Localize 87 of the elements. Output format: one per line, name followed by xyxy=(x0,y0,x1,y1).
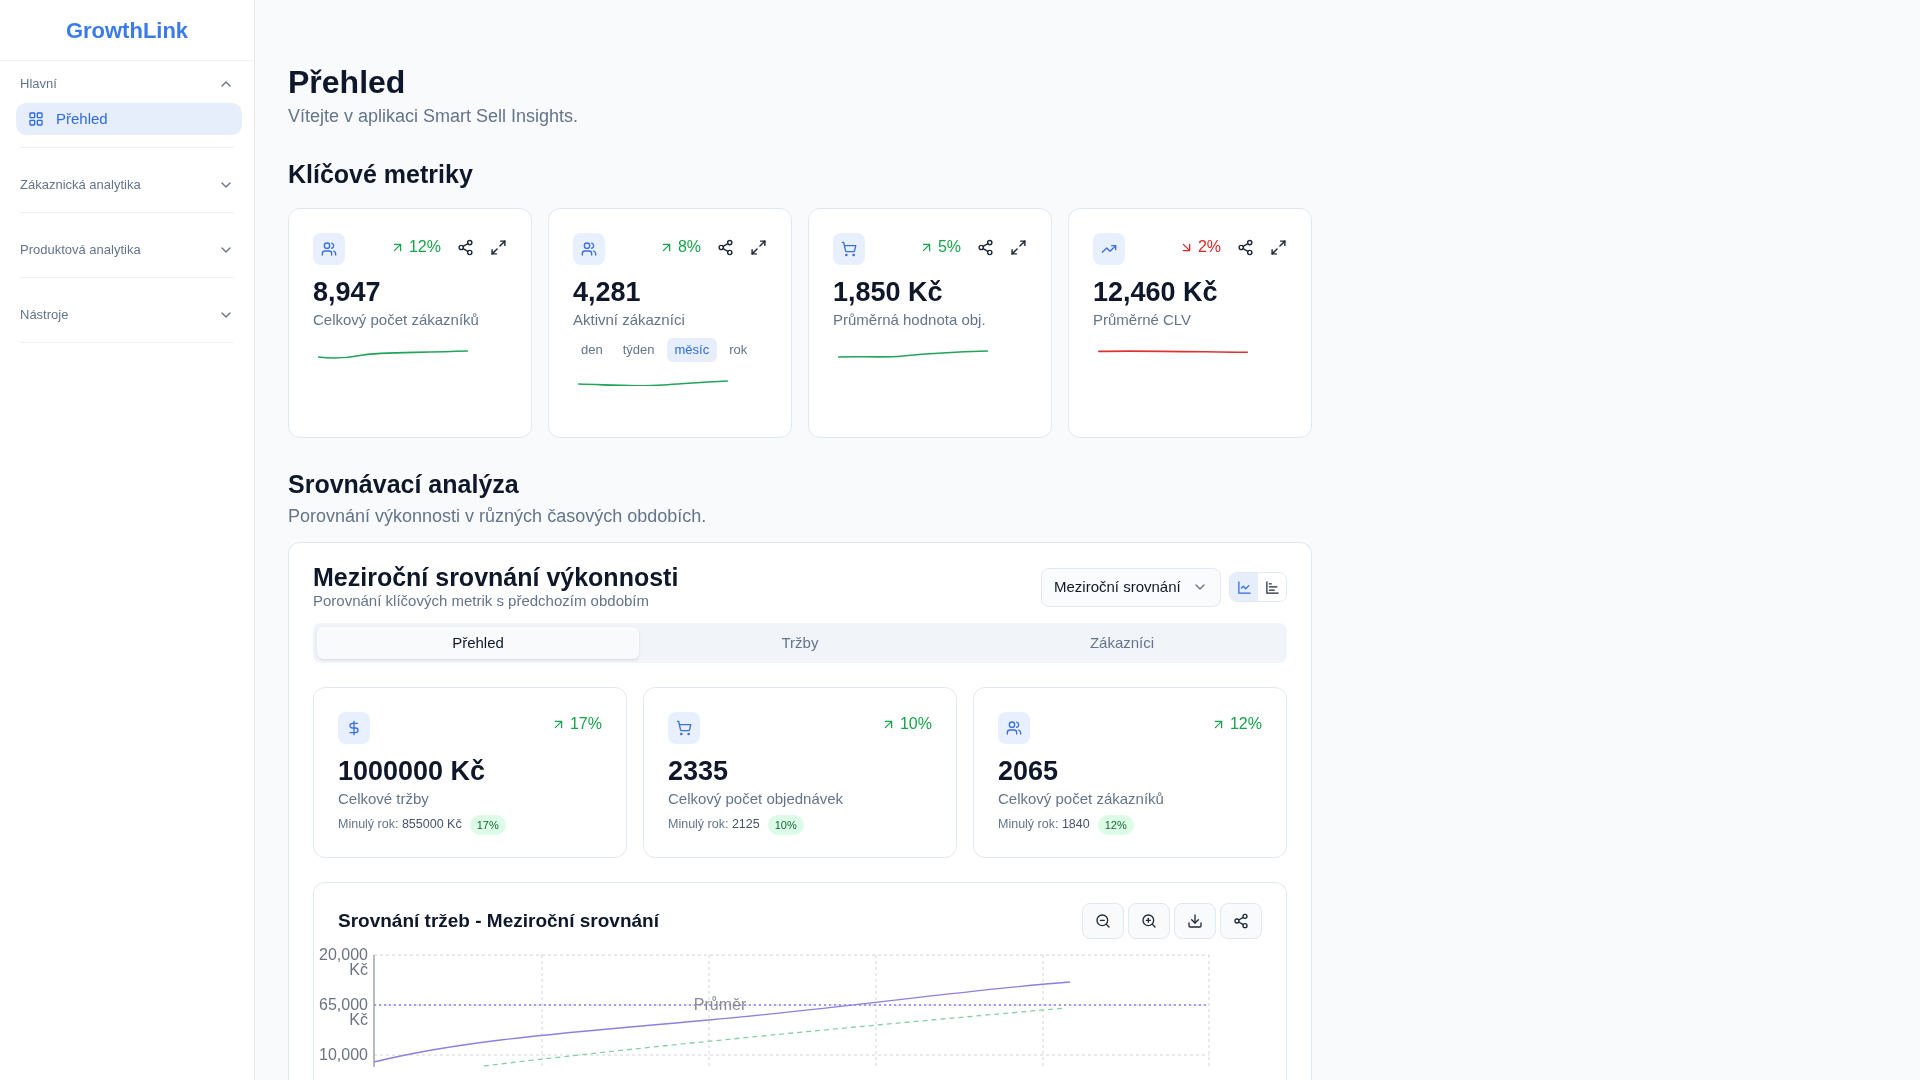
share-icon xyxy=(457,238,474,256)
logo: GrowthLink xyxy=(65,16,189,45)
expand-button[interactable] xyxy=(1010,238,1027,256)
y-tick-label: 65,000 Kč xyxy=(319,996,368,1028)
trend-change: 12% xyxy=(389,235,441,259)
change-badge: 12% xyxy=(1097,814,1134,835)
page-subtitle: Vítejte v aplikaci Smart Sell Insights. xyxy=(288,105,580,128)
page-title: Přehled xyxy=(288,63,407,102)
period-tab[interactable]: den xyxy=(573,337,611,362)
expand-button[interactable] xyxy=(490,238,507,256)
users-icon xyxy=(581,241,597,257)
section-header[interactable]: Nástroje xyxy=(20,298,234,332)
line-chart-button[interactable] xyxy=(1230,573,1258,601)
zoom-in-button[interactable] xyxy=(1128,903,1170,939)
chart-title: Srovnání tržeb - Meziroční srovnání xyxy=(338,908,659,933)
section-header[interactable]: Produktová analytika xyxy=(20,233,234,267)
previous-year: Minulý rok: 2125 xyxy=(668,816,760,834)
share-icon xyxy=(717,238,734,256)
grid-icon xyxy=(28,111,44,127)
users-icon xyxy=(321,241,337,257)
panel-subtitle: Porovnání klíčových metrik s předchozím obdobím xyxy=(313,591,650,611)
metric-value: 2335 xyxy=(668,755,730,788)
metric-label: Celkový počet zákazníků xyxy=(998,789,1165,809)
metric-value: 2065 xyxy=(998,755,1060,788)
metric-label: Průměrné CLV xyxy=(1093,310,1193,330)
change-badge: 17% xyxy=(469,814,506,835)
tab[interactable]: Tržby xyxy=(639,627,961,659)
metric-label: Celkový počet objednávek xyxy=(668,789,845,809)
dollar-icon xyxy=(346,720,362,736)
users-icon xyxy=(1006,720,1022,736)
download-button[interactable] xyxy=(1174,903,1216,939)
line-chart-icon xyxy=(1236,579,1252,595)
section-header[interactable]: Hlavní xyxy=(20,67,234,101)
metric-value: 8,947 xyxy=(313,276,382,309)
period-tab[interactable]: týden xyxy=(614,337,663,362)
expand-icon xyxy=(1270,238,1287,256)
metric-label: Celkové tržby xyxy=(338,789,430,809)
section-header[interactable]: Zákaznická analytika xyxy=(20,168,234,202)
trend-change: 12% xyxy=(1210,712,1262,736)
y-tick-label: 20,000 Kč xyxy=(319,946,368,978)
previous-year: Minulý rok: 1840 xyxy=(998,816,1090,834)
trend-change: 8% xyxy=(658,235,701,259)
zoom-out-button[interactable] xyxy=(1082,903,1124,939)
share-button[interactable] xyxy=(1220,903,1262,939)
expand-icon xyxy=(1010,238,1027,256)
metric-label: Celkový počet zákazníků xyxy=(313,310,480,330)
change-badge: 10% xyxy=(767,814,804,835)
share-button[interactable] xyxy=(1237,238,1254,256)
zoom-in-icon xyxy=(1141,913,1157,929)
tab[interactable]: Přehled xyxy=(317,627,639,659)
section-title: Srovnávací analýza xyxy=(288,469,520,500)
trend-change: 10% xyxy=(880,712,932,736)
metric-value: 1,850 Kč xyxy=(833,276,944,309)
previous-year: Minulý rok: 855000 Kč xyxy=(338,816,462,834)
expand-icon xyxy=(490,238,507,256)
cart-icon xyxy=(676,720,692,736)
metric-value: 4,281 xyxy=(573,276,642,309)
metric-label: Aktivní zákazníci xyxy=(573,310,686,330)
bar-chart-icon xyxy=(1264,579,1280,595)
share-button[interactable] xyxy=(457,238,474,256)
metric-value: 1000000 Kč xyxy=(338,755,487,788)
section-title: Klíčové metriky xyxy=(288,159,474,190)
y-tick-label: 10,000 xyxy=(319,1046,368,1063)
share-button[interactable] xyxy=(977,238,994,256)
expand-button[interactable] xyxy=(750,238,767,256)
tab[interactable]: Zákazníci xyxy=(961,627,1283,659)
share-icon xyxy=(1233,913,1249,929)
trend-change: 2% xyxy=(1178,235,1221,259)
metric-value: 12,460 Kč xyxy=(1093,276,1219,309)
period-tab[interactable]: rok xyxy=(721,337,756,362)
nav-item[interactable]: Přehled xyxy=(16,103,242,135)
expand-button[interactable] xyxy=(1270,238,1287,256)
trend-change: 5% xyxy=(918,235,961,259)
expand-icon xyxy=(750,238,767,256)
zoom-out-icon xyxy=(1095,913,1111,929)
panel-title: Meziroční srovnání výkonnosti xyxy=(313,563,679,591)
share-icon xyxy=(1237,238,1254,256)
download-icon xyxy=(1187,913,1203,929)
section-subtitle: Porovnání výkonnosti v různých časových obdobích. xyxy=(288,505,708,528)
average-label: Průměr xyxy=(693,996,747,1013)
period-dropdown[interactable]: Meziroční srovnání xyxy=(1041,567,1221,607)
metric-label: Průměrná hodnota obj. xyxy=(833,310,987,330)
share-button[interactable] xyxy=(717,238,734,256)
trend-change: 17% xyxy=(550,712,602,736)
share-icon xyxy=(977,238,994,256)
period-tab[interactable]: měsíc xyxy=(666,337,718,362)
cart-icon xyxy=(841,241,857,257)
